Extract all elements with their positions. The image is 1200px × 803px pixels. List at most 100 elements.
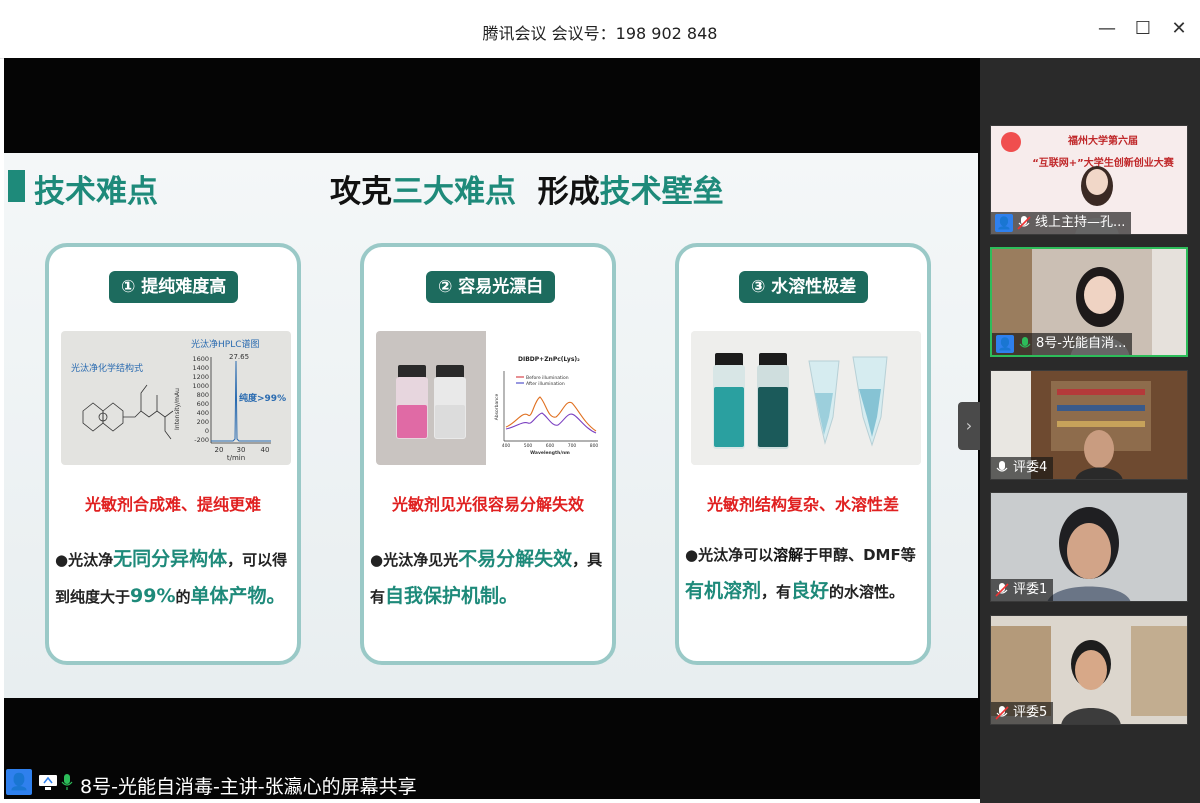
minimize-button[interactable]: —	[1096, 18, 1118, 40]
solubility-figure	[691, 331, 921, 465]
participant-label: 评委4	[991, 457, 1054, 479]
presentation-slide: 技术难点 攻克三大难点 形成技术壁垒 ① 提纯难度高 光汰净化学结构式 光汰净H…	[4, 153, 978, 698]
maximize-button[interactable]: ☐	[1132, 18, 1154, 40]
text-highlight: 无同分异构体	[113, 548, 228, 570]
before-curve	[505, 396, 597, 432]
y-tick: 1200	[192, 373, 209, 381]
headline-part: 技术壁垒	[599, 174, 724, 210]
video-tile-judge4[interactable]: 评委4	[990, 370, 1188, 480]
text-run: 甲醇、DMF等	[818, 546, 916, 564]
participant-label: 评委5	[991, 702, 1054, 724]
x-tick: 40	[261, 446, 270, 454]
card-problem: 光敏剂见光很容易分解失效	[391, 495, 584, 514]
y-tick: 200	[197, 418, 209, 426]
x-tick: 500	[524, 443, 533, 449]
mic-active-icon	[1019, 336, 1031, 348]
card-tag: ③ 水溶性极差	[739, 271, 869, 303]
participant-label: 👤 线上主持—孔...	[991, 212, 1132, 234]
structure-caption: 光汰净化学结构式	[71, 362, 143, 374]
y-tick: 600	[197, 400, 209, 408]
card-solution: ●光汰净见光不易分解失效，具有自我保护机制。	[370, 541, 608, 615]
screen-share-bar: 👤 8号-光能自消毒-主讲-张瀛心的屏幕共享	[4, 764, 980, 800]
x-tick: 600	[546, 443, 555, 449]
card-solution: ●光汰净可以溶解于甲醇、DMF等有机溶剂，有良好的水溶性。	[685, 537, 923, 610]
window-titlebar: 腾讯会议 会议号：198 902 848 — ☐ ✕	[0, 0, 1200, 59]
participant-label: 评委1	[991, 579, 1054, 601]
collapse-sidebar-button[interactable]: ›	[958, 402, 980, 450]
user-icon: 👤	[996, 334, 1014, 353]
spectrum-title: DIBDP+ZnPc(Lys)₂	[518, 356, 580, 363]
text-run: 的	[175, 588, 191, 606]
video-tile-judge1[interactable]: 评委1	[990, 492, 1188, 602]
card-problem: 光敏剂结构复杂、水溶性差	[706, 495, 899, 514]
screen-share-icon	[39, 775, 57, 790]
hplc-figure: 光汰净化学结构式 光汰净HPLC谱图 1600 1400 1200 1000 8…	[61, 331, 291, 465]
text-run: ●光汰净见光	[370, 551, 459, 569]
headline-part: 三大难点	[392, 174, 516, 210]
mic-active-icon	[61, 774, 73, 790]
x-tick: 30	[237, 446, 246, 454]
y-tick: 0	[205, 427, 209, 435]
host-banner-line-2: “互联网+”大学生创新创业大赛	[1032, 156, 1175, 169]
participant-name: 评委5	[1013, 705, 1048, 720]
participant-name: 8号-光能自消...	[1036, 336, 1127, 351]
card-solution: ●光汰净无同分异构体，可以得到纯度大于99%的单体产物。	[55, 541, 293, 615]
participant-name: 线上主持—孔...	[1035, 215, 1126, 230]
hplc-chart: 光汰净化学结构式 光汰净HPLC谱图 1600 1400 1200 1000 8…	[71, 338, 286, 462]
section-marker	[8, 170, 25, 202]
y-tick: 1600	[192, 355, 209, 363]
card-tag: ① 提纯难度高	[109, 271, 239, 303]
y-tick: -200	[194, 436, 209, 444]
user-icon: 👤	[995, 213, 1013, 232]
participant-name: 评委4	[1013, 460, 1048, 475]
y-axis-label: Absorbance	[494, 393, 500, 420]
text-highlight: 有机溶剂	[685, 580, 762, 602]
mic-active-icon	[996, 460, 1008, 472]
difficulty-card-1: ① 提纯难度高 光汰净化学结构式 光汰净HPLC谱图 1600 1400 120…	[45, 243, 301, 665]
user-icon: 👤	[6, 769, 32, 795]
video-tile-host[interactable]: 福州大学第六届 “互联网+”大学生创新创业大赛 👤 线上主持—孔...	[990, 125, 1188, 235]
text-highlight: 良好	[791, 580, 830, 602]
video-tile-presenter[interactable]: 👤 8号-光能自消...	[990, 247, 1188, 357]
y-tick: 400	[197, 409, 209, 417]
screen-share-label: 8号-光能自消毒-主讲-张瀛心的屏幕共享	[80, 776, 417, 798]
x-tick: 700	[568, 443, 577, 449]
text-emphasis: 溶解于	[773, 546, 819, 564]
y-axis-label: Intensity/mAu	[174, 388, 181, 430]
molecule-structure	[82, 384, 174, 440]
text-highlight: 99%	[130, 585, 176, 607]
legend-before: Before illumination	[526, 375, 569, 381]
x-tick: 800	[590, 443, 599, 449]
host-banner-line-1: 福州大学第六届	[1067, 134, 1138, 147]
difficulty-card-3: ③ 水溶性极差 光敏剂结构复杂、水溶性差 ●光汰净可以溶解于甲醇、DMF等有机溶…	[675, 243, 931, 665]
y-tick: 800	[197, 391, 209, 399]
headline-part: 攻克	[330, 174, 392, 210]
close-button[interactable]: ✕	[1168, 18, 1190, 40]
participant-label: 👤 8号-光能自消...	[992, 333, 1133, 355]
text-highlight: 不易分解失效	[458, 548, 573, 570]
y-tick: 1000	[192, 382, 209, 390]
x-tick: 20	[215, 446, 224, 454]
text-run: ●光汰净	[55, 551, 114, 569]
purity-label: 纯度>99%	[239, 392, 286, 404]
mic-muted-icon	[995, 705, 1009, 720]
slide-headline: 攻克三大难点 形成技术壁垒	[330, 166, 724, 211]
peak-label: 27.65	[229, 353, 249, 361]
photobleach-figure: DIBDP+ZnPc(Lys)₂ Before illumination Aft…	[376, 331, 606, 465]
x-axis-label: t/min	[227, 454, 245, 462]
x-axis-label: Wavelength/nm	[530, 450, 570, 456]
difficulty-card-2: ② 容易光漂白 DIBDP+ZnPc(Lys)₂ Before illumina…	[360, 243, 616, 665]
mic-muted-icon	[1017, 215, 1031, 230]
window-title: 腾讯会议 会议号：198 902 848	[482, 24, 718, 43]
headline-part: 形成	[516, 174, 600, 210]
text-run: ，有	[761, 583, 792, 601]
text-highlight: 自我保护机制。	[385, 585, 519, 607]
photobleach-image: DIBDP+ZnPc(Lys)₂ Before illumination Aft…	[376, 331, 599, 465]
hplc-caption: 光汰净HPLC谱图	[191, 338, 260, 350]
solubility-photo	[691, 331, 921, 465]
card-tag: ② 容易光漂白	[426, 271, 556, 303]
video-tile-judge5[interactable]: 评委5	[990, 615, 1188, 725]
x-tick: 400	[502, 443, 511, 449]
text-highlight: 单体产物。	[190, 585, 286, 607]
participant-name: 评委1	[1013, 582, 1048, 597]
